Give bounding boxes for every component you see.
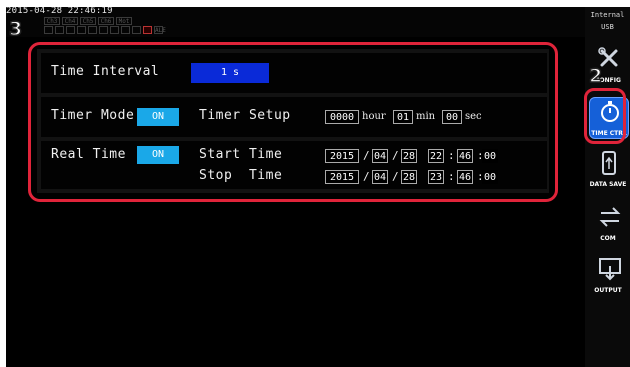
data-save-button-label: DATA SAVE [589, 181, 627, 188]
step-2-marker: 2 [588, 65, 603, 87]
time-ctrl-highlight-frame [584, 88, 626, 144]
double-arrow-icon [599, 207, 621, 227]
channel-indicator: Mot [116, 17, 132, 25]
com-button[interactable]: COM [589, 203, 627, 243]
channel-sub-indicator [121, 26, 130, 34]
com-button-label: COM [600, 235, 616, 242]
channel-sub-indicator-active [143, 26, 152, 34]
channel-sub-indicator [44, 26, 53, 34]
step-3-marker: 3 [8, 18, 23, 40]
panel-highlight-frame [28, 42, 558, 202]
channel-sub-indicator [66, 26, 75, 34]
channel-indicator: Ch5 [80, 17, 96, 25]
datetime-display: 2015-04-28 22:46:19 [6, 7, 113, 16]
channel-sub-indicator: ALE [154, 26, 166, 34]
output-button[interactable]: OUTPUT [589, 255, 627, 295]
channel-sub-indicator [88, 26, 97, 34]
status-bar: 2015-04-28 22:46:19 Ch3 Ch4 Ch5 Ch6 Mot [6, 7, 585, 37]
channel-sub-row: ALE [44, 26, 166, 34]
storage-internal-label: Internal [590, 11, 625, 19]
channel-sub-indicator [132, 26, 141, 34]
usb-drive-icon [602, 151, 616, 175]
channel-sub-indicator [99, 26, 108, 34]
channel-sub-indicator [110, 26, 119, 34]
channel-row: Ch3 Ch4 Ch5 Ch6 Mot [44, 17, 163, 25]
channel-sub-indicator [77, 26, 86, 34]
output-monitor-icon [599, 258, 621, 281]
channel-indicator: Ch6 [98, 17, 114, 25]
channel-indicator-grid: Ch3 Ch4 Ch5 Ch6 Mot ALE [44, 17, 166, 35]
function-sidebar: Internal USB CONFIG TIME CTRL DATA SAVE … [585, 7, 630, 367]
channel-indicator: Ch3 [44, 17, 60, 25]
output-button-label: OUTPUT [594, 287, 622, 294]
instrument-screen: 2015-04-28 22:46:19 Ch3 Ch4 Ch5 Ch6 Mot [6, 7, 585, 367]
channel-indicator: Ch4 [62, 17, 78, 25]
storage-usb-label: USB [601, 23, 614, 31]
channel-sub-indicator [55, 26, 64, 34]
data-save-button[interactable]: DATA SAVE [589, 149, 627, 189]
storage-indicator: Internal USB [585, 7, 630, 35]
